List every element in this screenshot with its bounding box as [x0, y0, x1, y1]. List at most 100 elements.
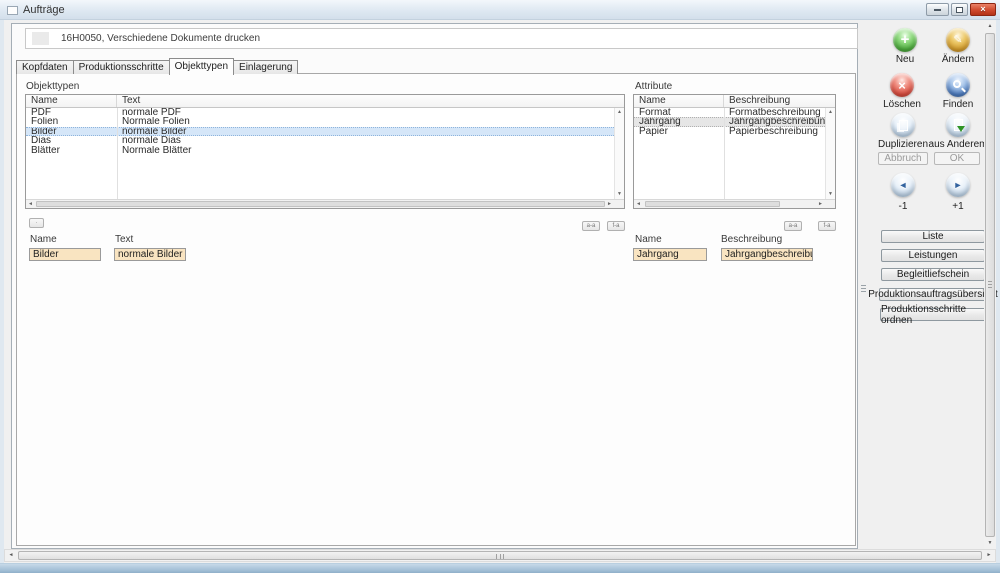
cell-beschreibung: Formatbeschreibung — [724, 108, 835, 117]
table-row[interactable]: Blätter Normale Blätter — [26, 146, 624, 155]
tab-objekttypen[interactable]: Objekttypen — [169, 58, 234, 75]
abbruch-button[interactable]: Abbruch — [878, 152, 928, 165]
app-icon — [7, 6, 18, 15]
cell-name: Blätter — [26, 146, 117, 155]
loeschen-button[interactable]: × — [890, 73, 914, 97]
tab-kopfdaten[interactable]: Kopfdaten — [16, 60, 74, 74]
close-button[interactable]: × — [970, 3, 996, 16]
scroll-right-icon[interactable]: ► — [816, 200, 825, 208]
tab-einlagerung[interactable]: Einlagerung — [233, 60, 298, 74]
neu-button[interactable]: + — [893, 28, 917, 52]
attribute-table-header: Name Beschreibung — [634, 95, 835, 108]
window-controls: × — [924, 3, 996, 16]
aendern-button[interactable]: ✎ — [946, 28, 970, 52]
aendern-label: Ändern — [923, 54, 993, 65]
table-horizontal-scrollbar[interactable]: ◄ ► — [634, 199, 835, 208]
column-header-name[interactable]: Name — [26, 95, 117, 107]
plus-icon: + — [901, 32, 910, 47]
table-vertical-scrollbar[interactable]: ▲ ▼ — [825, 108, 835, 199]
aus-anderem-button[interactable] — [946, 113, 970, 137]
maximize-button[interactable] — [951, 3, 968, 16]
order-header-text: 16H0050, Verschiedene Dokumente drucken — [61, 33, 260, 44]
scrollbar-thumb[interactable] — [985, 33, 995, 537]
column-header-beschreibung[interactable]: Beschreibung — [724, 95, 835, 107]
thumb-grip — [988, 281, 992, 288]
leistungen-button[interactable]: Leistungen — [881, 249, 985, 262]
finden-button[interactable] — [946, 73, 970, 97]
window-frame-bottom — [0, 563, 1000, 573]
scroll-left-icon[interactable]: ◄ — [26, 200, 35, 208]
order-header-field: 16H0050, Verschiedene Dokumente drucken — [25, 28, 858, 49]
table-row[interactable]: PDF normale PDF — [26, 108, 624, 117]
cell-name: Papier — [634, 127, 724, 136]
scroll-up-icon[interactable]: ▲ — [826, 109, 835, 116]
objekttyp-name-input[interactable] — [29, 248, 101, 261]
cell-name: Folien — [26, 117, 117, 126]
table-row-selected[interactable]: Bilder normale Bilder — [26, 127, 624, 136]
sort-ascending-button[interactable]: a-a — [784, 221, 802, 231]
cell-beschreibung: Papierbeschreibung — [724, 127, 835, 136]
scroll-right-icon[interactable]: ► — [983, 550, 995, 561]
previous-record-button[interactable]: ◄ — [891, 173, 915, 197]
objekttyp-text-input[interactable] — [114, 248, 186, 261]
pencil-icon: ✎ — [953, 35, 962, 46]
copy-pages-icon — [899, 120, 908, 131]
thumb-grip — [496, 554, 504, 559]
cell-text: normale PDF — [117, 108, 624, 117]
scroll-down-icon[interactable]: ▼ — [826, 191, 835, 198]
minimize-button[interactable] — [926, 3, 949, 16]
produktionsschritte-ordnen-button[interactable]: Produktionsschritte ordnen — [880, 308, 986, 321]
table-horizontal-scrollbar[interactable]: ◄ ► — [26, 199, 624, 208]
main-panel: 16H0050, Verschiedene Dokumente drucken … — [11, 23, 858, 549]
table-vertical-scrollbar[interactable]: ▲ ▼ — [614, 108, 624, 199]
begleitliefschein-button[interactable]: Begleitliefschein — [881, 268, 985, 281]
table-row[interactable]: Papier Papierbeschreibung — [634, 127, 835, 136]
objekttypen-table: Name Text PDF normale PDF Folien Normale… — [25, 94, 625, 209]
close-icon: × — [980, 5, 985, 14]
attribute-table: Name Beschreibung Format Formatbeschreib… — [633, 94, 836, 209]
tab-produktionsschritte[interactable]: Produktionsschritte — [73, 60, 170, 74]
cell-text: Normale Folien — [117, 117, 624, 126]
objekttypen-section-label: Objekttypen — [26, 81, 79, 92]
ok-button[interactable]: OK — [934, 152, 980, 165]
arrow-right-icon: ► — [954, 180, 963, 190]
title-bar: Aufträge × — [0, 0, 1000, 20]
window-title: Aufträge — [23, 4, 65, 16]
produktionsauftragsuebersicht-button[interactable]: Produktionsauftragsübersicht — [879, 288, 987, 301]
next-record-button[interactable]: ► — [946, 173, 970, 197]
scroll-down-icon[interactable]: ▼ — [615, 191, 624, 198]
scrollbar-thumb[interactable] — [18, 551, 982, 560]
liste-button[interactable]: Liste — [881, 230, 985, 243]
scroll-left-icon[interactable]: ◄ — [5, 550, 17, 561]
aus-anderem-label: aus Anderem — [923, 139, 993, 150]
scroll-up-icon[interactable]: ▲ — [984, 21, 996, 32]
column-header-name[interactable]: Name — [634, 95, 724, 107]
window-horizontal-scrollbar[interactable]: ◄ ► — [4, 549, 996, 562]
scrollbar-thumb[interactable] — [36, 201, 605, 207]
attribut-name-input[interactable] — [633, 248, 707, 261]
client-area: 16H0050, Verschiedene Dokumente drucken … — [4, 20, 996, 563]
attribut-beschreibung-input[interactable] — [721, 248, 813, 261]
sort-ascending-button[interactable]: a-a — [582, 221, 600, 231]
splitter-grip[interactable] — [861, 285, 866, 292]
cell-name: Dias — [26, 136, 117, 145]
scroll-left-icon[interactable]: ◄ — [634, 200, 643, 208]
sort-descending-button[interactable]: f-a — [818, 221, 836, 231]
table-row-selected[interactable]: Jahrgang Jahrgangbeschreibun — [634, 117, 835, 126]
magnifier-icon — [953, 80, 961, 88]
scroll-down-icon[interactable]: ▼ — [984, 538, 996, 549]
sort-descending-button[interactable]: f-a — [607, 221, 625, 231]
tab-strip: Kopfdaten Produktionsschritte Objekttype… — [16, 57, 297, 74]
scrollbar-thumb[interactable] — [645, 201, 780, 207]
window-vertical-scrollbar[interactable]: ▲ ▼ — [984, 21, 996, 549]
column-header-text[interactable]: Text — [117, 95, 624, 107]
duplizieren-button[interactable] — [891, 113, 915, 137]
scroll-up-icon[interactable]: ▲ — [615, 109, 624, 116]
column-divider — [724, 108, 725, 201]
scroll-right-icon[interactable]: ► — [605, 200, 614, 208]
name-field-label: Name — [635, 234, 662, 245]
row-options-button[interactable]: · — [29, 218, 44, 228]
table-row[interactable]: Folien Normale Folien — [26, 117, 624, 126]
table-row[interactable]: Format Formatbeschreibung — [634, 108, 835, 117]
table-row[interactable]: Dias normale Dias — [26, 136, 624, 145]
